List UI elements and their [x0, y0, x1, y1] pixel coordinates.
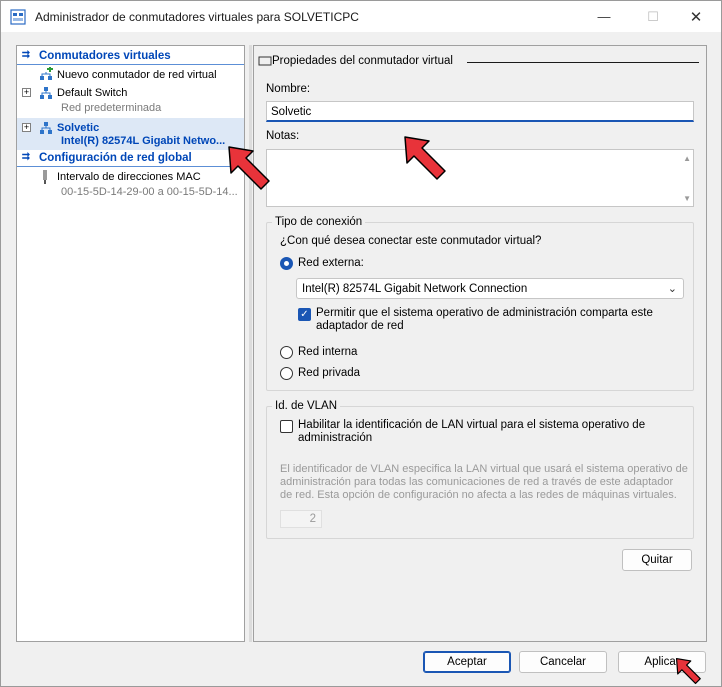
tree-item-label: Solvetic — [57, 122, 100, 134]
scroll-down-icon[interactable]: ▼ — [683, 194, 691, 203]
notes-textarea[interactable]: ▲ ▼ — [266, 149, 694, 207]
annotation-arrow-icon — [228, 146, 270, 190]
name-input-value: Solvetic — [271, 106, 312, 118]
tree-item-mac-range[interactable]: Intervalo de direcciones MAC — [17, 169, 244, 187]
allow-mgmt-os-label-line2[interactable]: adaptador de red — [316, 320, 404, 332]
title-bar: Administrador de conmutadores virtuales … — [1, 1, 721, 32]
name-input[interactable]: Solvetic — [266, 101, 694, 122]
tree-item-label: Default Switch — [57, 87, 128, 99]
minimize-button[interactable]: — — [581, 1, 627, 32]
new-network-icon — [40, 67, 53, 80]
section-switches-label: Conmutadores virtuales — [39, 50, 171, 62]
vlan-description-line1: El identificador de VLAN especifica la L… — [280, 463, 688, 475]
group-divider — [467, 62, 699, 63]
switch-manager-window: Administrador de conmutadores virtuales … — [0, 0, 722, 687]
remove-button[interactable]: Quitar — [622, 549, 692, 571]
adapter-select-value: Intel(R) 82574L Gigabit Network Connecti… — [302, 283, 528, 295]
switch-tree[interactable]: ⮆ Conmutadores virtuales Nuevo conmutado… — [16, 45, 245, 642]
properties-panel: Propiedades del conmutador virtual Nombr… — [253, 45, 707, 642]
maximize-button[interactable]: ☐ — [630, 1, 676, 32]
network-adapter-icon — [43, 170, 47, 184]
collapse-icon: ⮆ — [22, 50, 30, 61]
external-network-label[interactable]: Red externa: — [298, 257, 364, 269]
annotation-arrow-icon — [675, 657, 701, 685]
tree-item-label: Intervalo de direcciones MAC — [57, 171, 201, 183]
vlan-enable-label-line2[interactable]: administración — [298, 432, 372, 444]
chevron-down-icon: ⌄ — [667, 283, 677, 295]
app-icon — [10, 9, 26, 25]
collapse-icon: ⮆ — [22, 152, 30, 163]
connection-question: ¿Con qué desea conectar este conmutador … — [280, 235, 542, 247]
allow-mgmt-os-checkbox[interactable]: ✓ — [298, 308, 311, 321]
group-marker-icon — [258, 56, 272, 66]
vlan-description-line2: administración para todas las comunicaci… — [280, 476, 674, 488]
internal-network-label[interactable]: Red interna — [298, 346, 357, 358]
expand-icon[interactable]: + — [22, 88, 31, 97]
panel-splitter[interactable] — [249, 45, 252, 642]
vlan-id-input: 2 — [280, 510, 322, 528]
network-switch-icon — [40, 87, 52, 99]
cancel-button[interactable]: Cancelar — [519, 651, 607, 673]
section-switches-header[interactable]: ⮆ Conmutadores virtuales — [17, 49, 244, 65]
internal-network-radio[interactable] — [280, 346, 293, 359]
vlan-enable-label[interactable]: Habilitar la identificación de LAN virtu… — [298, 419, 645, 431]
name-label: Nombre: — [266, 83, 311, 95]
section-global-label: Configuración de red global — [39, 152, 192, 164]
properties-group-title: Propiedades del conmutador virtual — [272, 55, 453, 67]
tree-item-sublabel: Intel(R) 82574L Gigabit Netwo... — [61, 135, 226, 147]
window-title: Administrador de conmutadores virtuales … — [35, 10, 359, 24]
close-button[interactable]: ✕ — [673, 1, 719, 32]
adapter-select[interactable]: Intel(R) 82574L Gigabit Network Connecti… — [296, 278, 684, 299]
external-network-radio[interactable] — [280, 257, 293, 270]
allow-mgmt-os-label[interactable]: Permitir que el sistema operativo de adm… — [316, 307, 653, 319]
tree-item-label: Nuevo conmutador de red virtual — [57, 69, 217, 81]
ok-button[interactable]: Aceptar — [423, 651, 511, 673]
vlan-legend: Id. de VLAN — [272, 400, 341, 412]
expand-icon[interactable]: + — [22, 123, 31, 132]
vlan-enable-checkbox[interactable] — [280, 420, 293, 433]
tree-item-sublabel: Red predeterminada — [61, 102, 162, 114]
tree-item-default-switch[interactable]: + Default Switch — [17, 85, 244, 103]
scroll-up-icon[interactable]: ▲ — [683, 154, 691, 163]
network-switch-icon — [40, 122, 52, 134]
tree-item-new-switch[interactable]: Nuevo conmutador de red virtual — [17, 67, 244, 85]
private-network-radio[interactable] — [280, 367, 293, 380]
vlan-description-line3: de red. Esta opción de configuración no … — [280, 489, 677, 501]
tree-item-sublabel: 00-15-5D-14-29-00 a 00-15-5D-14... — [61, 186, 238, 198]
section-global-header[interactable]: ⮆ Configuración de red global — [17, 151, 244, 167]
private-network-label[interactable]: Red privada — [298, 367, 360, 379]
annotation-arrow-icon — [404, 136, 446, 180]
connection-type-legend: Tipo de conexión — [272, 216, 366, 228]
